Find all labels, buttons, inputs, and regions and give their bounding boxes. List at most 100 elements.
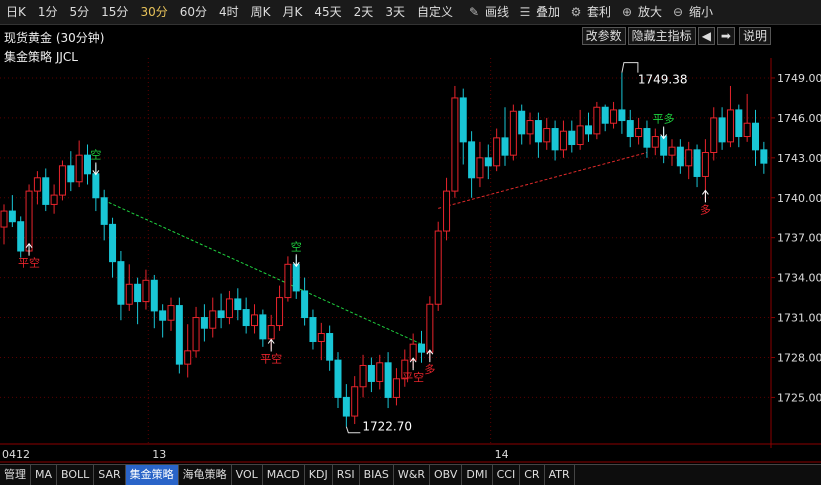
candle	[184, 350, 192, 365]
candle	[551, 128, 559, 151]
candle	[501, 137, 509, 156]
candle	[33, 177, 41, 192]
candle	[518, 110, 526, 135]
candle	[559, 130, 567, 151]
candle	[493, 137, 501, 167]
candle	[251, 314, 258, 327]
candle	[534, 120, 542, 143]
y-tick-label: 1740.00	[777, 192, 821, 205]
candle	[610, 109, 618, 124]
signal-label-sell: 空	[90, 147, 101, 161]
tab-7[interactable]: MACD	[263, 465, 305, 485]
candle	[301, 290, 309, 319]
y-tick-label: 1725.00	[777, 391, 821, 404]
candle	[476, 157, 484, 179]
tab-10[interactable]: BIAS	[360, 465, 394, 485]
candle	[376, 362, 384, 382]
candle	[426, 303, 434, 353]
candle	[125, 283, 133, 305]
candlestick-chart[interactable]: 1725.00 1728.00 1731.00 1734.00 1737.00 1740.…	[0, 0, 821, 484]
candle	[0, 210, 8, 228]
y-tick-label: 1737.00	[777, 232, 821, 245]
candle	[234, 298, 242, 311]
candle	[509, 110, 517, 156]
candle	[225, 298, 233, 319]
candle	[117, 261, 125, 305]
candle	[326, 333, 334, 361]
tab-11[interactable]: W&R	[394, 465, 430, 485]
candle	[367, 364, 375, 382]
signal-label-buy: 平空	[18, 256, 40, 270]
candle	[342, 396, 350, 417]
x-tick-label: 13	[152, 448, 166, 461]
candle	[468, 141, 476, 179]
tab-4[interactable]: 集金策略	[125, 465, 179, 485]
candle	[459, 97, 467, 143]
candle	[25, 190, 33, 252]
candle	[109, 223, 117, 263]
low-price-label: 1722.70	[362, 420, 412, 434]
tab-13[interactable]: DMI	[462, 465, 493, 485]
candle	[701, 152, 709, 177]
high-price-label: 1749.38	[638, 73, 688, 87]
candle	[334, 359, 342, 398]
candle	[58, 165, 66, 196]
candle	[443, 190, 451, 232]
candle	[67, 165, 75, 183]
candle	[8, 210, 16, 223]
candle	[209, 310, 217, 329]
y-tick-label: 1743.00	[777, 152, 821, 165]
candle	[150, 279, 158, 312]
indicator-tab-bar: 管理 MA BOLL SAR 集金策略 海龟策略 VOL MACD KDJ RSI BIAS W&R O…	[0, 464, 821, 485]
candle	[200, 317, 208, 329]
tab-12[interactable]: OBV	[430, 465, 463, 485]
candle	[735, 109, 743, 138]
candle	[568, 130, 576, 146]
candle	[718, 117, 726, 143]
candle	[50, 194, 58, 205]
candle	[576, 125, 584, 146]
candle	[526, 120, 534, 135]
candle	[668, 146, 676, 156]
candle	[585, 125, 592, 135]
signal-label-buy: 多	[424, 362, 435, 376]
tab-3[interactable]: SAR	[94, 465, 126, 485]
y-tick-label: 1728.00	[777, 351, 821, 364]
candle	[651, 136, 659, 148]
signal-label-buy: 平空	[402, 370, 424, 384]
tab-1[interactable]: MA	[31, 465, 58, 485]
candle	[451, 97, 459, 192]
candle	[743, 122, 751, 138]
candle	[17, 221, 25, 252]
tab-5[interactable]: 海龟策略	[179, 465, 232, 485]
signal-label-buy: 多	[700, 202, 711, 216]
signal-label-buy: 平空	[260, 351, 282, 365]
candle	[359, 364, 367, 388]
tab-2[interactable]: BOLL	[57, 465, 95, 485]
candle	[543, 128, 551, 143]
tab-16[interactable]: ATR	[545, 465, 575, 485]
candle	[142, 279, 150, 303]
signal-label-sell: 空	[291, 239, 302, 253]
candle	[134, 283, 142, 303]
candle	[418, 343, 425, 353]
x-tick-label: 14	[495, 448, 509, 461]
tab-14[interactable]: CCI	[493, 465, 521, 485]
tab-6[interactable]: VOL	[232, 465, 263, 485]
candle	[276, 297, 284, 327]
candle	[217, 310, 225, 319]
tab-9[interactable]: RSI	[333, 465, 360, 485]
signal-label-sell: 平多	[653, 112, 675, 126]
candle	[100, 197, 108, 225]
tab-0[interactable]: 管理	[0, 465, 31, 485]
candle	[309, 317, 317, 343]
tab-8[interactable]: KDJ	[305, 465, 333, 485]
candle	[351, 386, 359, 417]
candle	[676, 146, 684, 167]
candle	[192, 317, 200, 352]
candle	[484, 157, 492, 167]
candle	[593, 106, 601, 135]
y-tick-label: 1746.00	[777, 112, 821, 125]
candle	[626, 120, 634, 138]
tab-15[interactable]: CR	[520, 465, 545, 485]
